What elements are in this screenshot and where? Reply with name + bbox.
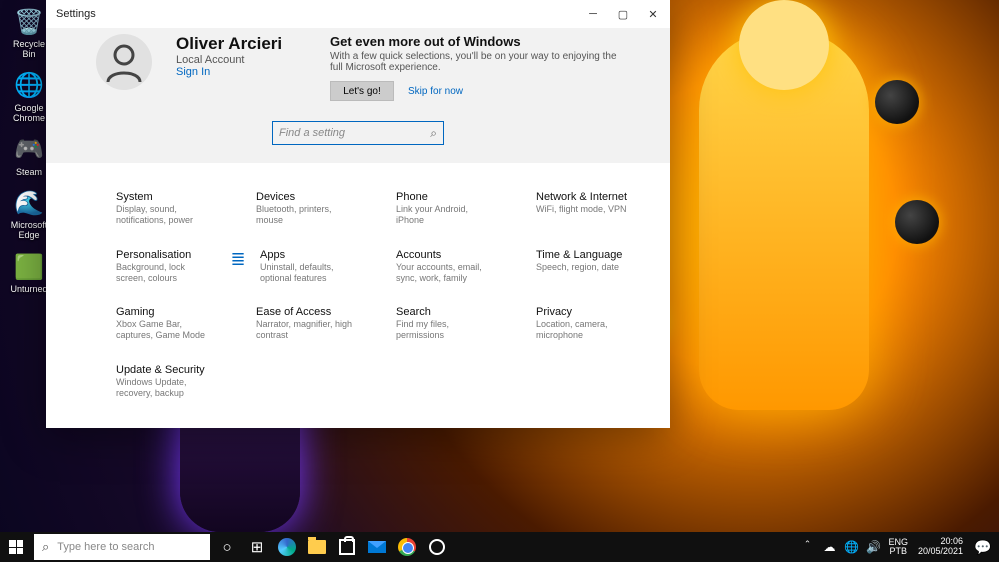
user-avatar[interactable]	[96, 34, 152, 90]
windows-icon	[9, 540, 23, 554]
action-center-button[interactable]: 💬	[969, 539, 997, 556]
category-title: Update & Security	[116, 364, 216, 376]
category-title: Apps	[260, 249, 360, 261]
google-chrome-icon: 🌐	[13, 70, 45, 102]
category-desc: Your accounts, email, sync, work, family	[396, 262, 496, 285]
category-desc: Windows Update, recovery, backup	[116, 377, 216, 400]
taskbar-explorer[interactable]	[302, 532, 332, 562]
language-indicator[interactable]: ENGPTB	[884, 538, 912, 556]
category-update-security[interactable]: Update & Security Windows Update, recove…	[116, 364, 246, 400]
search-icon: ⌕	[430, 126, 437, 141]
maximize-button[interactable]: ▢	[608, 3, 638, 25]
find-setting-input[interactable]	[279, 127, 430, 139]
taskbar: ⌕ ○ ⊞ ＾ ☁ 🌐 🔊 ENGPTB 20:0620/05/2021 💬	[0, 532, 999, 562]
window-title: Settings	[56, 8, 96, 20]
category-time-language[interactable]: Time & Language Speech, region, date	[536, 249, 666, 285]
category-devices[interactable]: Devices Bluetooth, printers, mouse	[256, 191, 386, 227]
taskbar-search-input[interactable]	[57, 541, 202, 553]
titlebar: Settings ─ ▢ ✕	[46, 0, 670, 28]
cortana-button[interactable]: ○	[212, 532, 242, 562]
account-type: Local Account	[176, 54, 286, 66]
category-network-internet[interactable]: Network & Internet WiFi, flight mode, VP…	[536, 191, 666, 227]
apps-icon: ≣	[226, 249, 250, 285]
clock[interactable]: 20:0620/05/2021	[912, 537, 969, 557]
category-desc: Uninstall, defaults, optional features	[260, 262, 360, 285]
network-icon[interactable]: 🌐	[840, 540, 862, 554]
category-desc: Location, camera, microphone	[536, 319, 636, 342]
category-desc: Bluetooth, printers, mouse	[256, 204, 356, 227]
taskbar-search[interactable]: ⌕	[34, 534, 210, 560]
taskbar-mail[interactable]	[362, 532, 392, 562]
skip-link[interactable]: Skip for now	[408, 86, 463, 97]
volume-icon[interactable]: 🔊	[862, 540, 884, 554]
category-title: Phone	[396, 191, 496, 203]
category-desc: Xbox Game Bar, captures, Game Mode	[116, 319, 216, 342]
category-desc: Background, lock screen, colours	[116, 262, 216, 285]
settings-header: Oliver Arcieri Local Account Sign In Get…	[46, 28, 670, 163]
category-title: Time & Language	[536, 249, 622, 261]
category-phone[interactable]: Phone Link your Android, iPhone	[396, 191, 526, 227]
category-desc: Link your Android, iPhone	[396, 204, 496, 227]
category-apps[interactable]: ≣ Apps Uninstall, defaults, optional fea…	[256, 249, 386, 285]
category-title: System	[116, 191, 216, 203]
category-desc: WiFi, flight mode, VPN	[536, 204, 627, 215]
category-desc: Speech, region, date	[536, 262, 622, 273]
taskbar-chrome[interactable]	[392, 532, 422, 562]
taskbar-settings[interactable]	[422, 532, 452, 562]
steam-icon: 🎮	[13, 134, 45, 166]
lets-go-button[interactable]: Let's go!	[330, 81, 394, 101]
category-desc: Narrator, magnifier, high contrast	[256, 319, 356, 342]
category-title: Ease of Access	[256, 306, 356, 318]
category-accounts[interactable]: Accounts Your accounts, email, sync, wor…	[396, 249, 526, 285]
category-desc: Find my files, permissions	[396, 319, 496, 342]
category-title: Search	[396, 306, 496, 318]
category-search[interactable]: Search Find my files, permissions	[396, 306, 526, 342]
promo-subtitle: With a few quick selections, you'll be o…	[330, 51, 620, 73]
find-setting-search[interactable]: ⌕	[272, 121, 444, 145]
tray-overflow-icon[interactable]: ＾	[796, 539, 818, 556]
category-ease-of-access[interactable]: Ease of Access Narrator, magnifier, high…	[256, 306, 386, 342]
desktop-icon-label: Unturned	[10, 285, 47, 295]
category-title: Gaming	[116, 306, 216, 318]
start-button[interactable]	[0, 532, 32, 562]
category-title: Network & Internet	[536, 191, 627, 203]
settings-window: Settings ─ ▢ ✕ Oliver Arcieri Local Acco…	[46, 0, 670, 428]
unturned-icon: 🟩	[13, 251, 45, 283]
category-privacy[interactable]: Privacy Location, camera, microphone	[536, 306, 666, 342]
category-desc: Display, sound, notifications, power	[116, 204, 216, 227]
search-icon: ⌕	[42, 539, 49, 555]
microsoft-edge-icon: 🌊	[13, 187, 45, 219]
category-title: Accounts	[396, 249, 496, 261]
desktop-icon-label: Steam	[16, 168, 42, 178]
taskbar-edge[interactable]	[272, 532, 302, 562]
category-title: Devices	[256, 191, 356, 203]
settings-categories: System Display, sound, notifications, po…	[46, 163, 670, 428]
taskbar-store[interactable]	[332, 532, 362, 562]
onedrive-icon[interactable]: ☁	[818, 540, 840, 554]
category-title: Personalisation	[116, 249, 216, 261]
category-title: Privacy	[536, 306, 636, 318]
user-name: Oliver Arcieri	[176, 34, 286, 54]
minimize-button[interactable]: ─	[578, 3, 608, 25]
sign-in-link[interactable]: Sign In	[176, 66, 286, 78]
task-view-button[interactable]: ⊞	[242, 532, 272, 562]
close-button[interactable]: ✕	[638, 3, 668, 25]
category-gaming[interactable]: Gaming Xbox Game Bar, captures, Game Mod…	[116, 306, 246, 342]
recycle-bin-icon: 🗑️	[13, 6, 45, 38]
promo-title: Get even more out of Windows	[330, 34, 620, 49]
category-system[interactable]: System Display, sound, notifications, po…	[116, 191, 246, 227]
